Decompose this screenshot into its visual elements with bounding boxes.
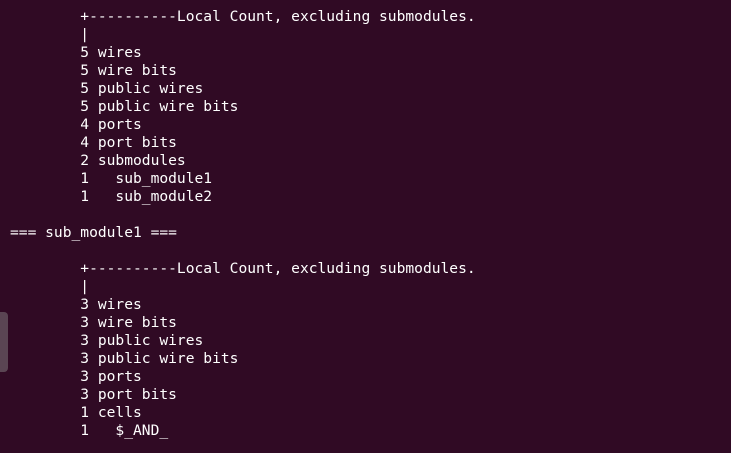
terminal-line: +----------Local Count, excluding submod… (10, 260, 476, 277)
terminal-line: | (10, 278, 90, 295)
terminal-line: 3 public wire bits (10, 350, 239, 367)
terminal-line: 3 port bits (10, 386, 177, 403)
terminal-line: 3 public wires (10, 332, 204, 349)
terminal-window[interactable]: +----------Local Count, excluding submod… (0, 0, 731, 453)
scroll-handle[interactable] (0, 312, 8, 372)
terminal-line: 5 public wires (10, 80, 204, 97)
terminal-line: 3 ports (10, 368, 142, 385)
terminal-line: | (10, 26, 90, 43)
terminal-line: 3 wire bits (10, 314, 177, 331)
terminal-line: 5 wire bits (10, 62, 177, 79)
terminal-line: 5 wires (10, 44, 142, 61)
terminal-line: 5 public wire bits (10, 98, 239, 115)
terminal-line: 1 cells (10, 404, 142, 421)
terminal-line: 4 port bits (10, 134, 177, 151)
terminal-line: 1 sub_module2 (10, 188, 213, 205)
terminal-line: 1 sub_module1 (10, 170, 213, 187)
terminal-line: 2 submodules (10, 152, 186, 169)
terminal-line: +----------Local Count, excluding submod… (10, 8, 476, 25)
section-header: === sub_module1 === (10, 224, 177, 241)
terminal-line: 3 wires (10, 296, 142, 313)
terminal-line: 4 ports (10, 116, 142, 133)
terminal-line: 1 $_AND_ (10, 422, 169, 439)
